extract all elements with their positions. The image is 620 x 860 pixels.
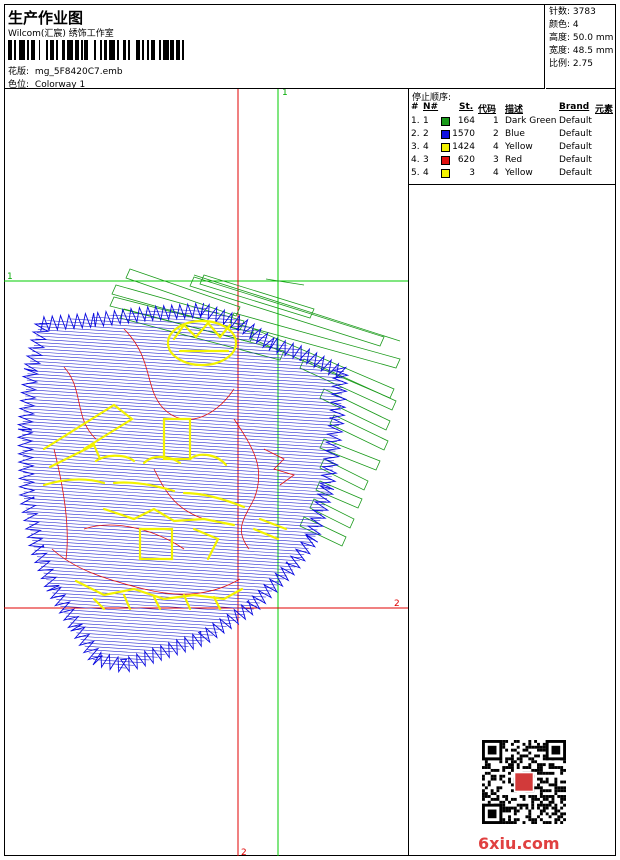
row-code: 3 xyxy=(493,155,499,165)
row-brand: Default xyxy=(559,155,592,165)
color-swatch xyxy=(441,117,450,126)
row-needle: 3 xyxy=(423,155,429,165)
design-info: 花版: mg_5F8420C7.emb xyxy=(8,64,123,77)
row-needle: 2 xyxy=(423,129,429,139)
color-swatch xyxy=(441,143,450,152)
row-brand: Default xyxy=(559,168,592,178)
header-code: 代码 xyxy=(478,105,497,115)
stop-sequence-panel: 停止顺序: # N# St. 代码 描述 Brand 元素 1. 1 164 1 Dar… xyxy=(408,89,616,185)
stop-row: 3. 4 1424 4 Yellow Default xyxy=(411,142,615,154)
header-index: # xyxy=(411,102,419,112)
barcode xyxy=(8,40,188,60)
row-description: Red xyxy=(505,155,523,165)
design-filename: mg_5F8420C7.emb xyxy=(34,67,123,77)
green-vertical-label: 1 xyxy=(282,89,288,98)
row-needle: 1 xyxy=(423,116,429,126)
row-code: 1 xyxy=(493,116,499,126)
header-description: 描述 xyxy=(505,105,524,115)
red-vertical-label: 2 xyxy=(241,848,247,856)
row-index: 3. xyxy=(411,142,420,152)
row-description: Yellow xyxy=(505,142,533,152)
header-panel: 生产作业图 Wilcom(汇宸) 绣饰工作室 花版: mg_5F8420C7.e… xyxy=(4,4,545,90)
design-label: 花版: xyxy=(8,67,30,77)
header-element: 元素 xyxy=(595,105,614,115)
row-description: Dark Green xyxy=(505,116,557,126)
row-index: 5. xyxy=(411,168,420,178)
row-brand: Default xyxy=(559,129,592,139)
stat-colors: 颜色: 4 xyxy=(549,20,579,30)
row-brand: Default xyxy=(559,142,592,152)
row-description: Yellow xyxy=(505,168,533,178)
row-stitches: 3 xyxy=(469,168,475,178)
row-description: Blue xyxy=(505,129,525,139)
color-swatch xyxy=(441,130,450,139)
green-horizontal-label: 1 xyxy=(7,272,13,282)
studio-subtitle: Wilcom(汇宸) 绣饰工作室 xyxy=(8,29,114,39)
header-needle: N# xyxy=(423,102,439,112)
stop-table-header: # N# St. 代码 描述 Brand 元素 xyxy=(411,102,615,115)
row-stitches: 164 xyxy=(457,116,475,126)
row-index: 4. xyxy=(411,155,420,165)
header-brand: Brand xyxy=(559,102,590,112)
row-code: 4 xyxy=(493,168,499,178)
stat-scale: 比例: 2.75 xyxy=(549,59,593,69)
stop-row: 5. 4 3 4 Yellow Default xyxy=(411,168,615,180)
header-stitches: St. xyxy=(459,102,474,112)
row-needle: 4 xyxy=(423,168,429,178)
row-code: 2 xyxy=(493,129,499,139)
page-title: 生产作业图 xyxy=(8,9,84,27)
row-stitches: 1424 xyxy=(452,142,475,152)
qr-code xyxy=(482,740,566,824)
color-swatch xyxy=(441,156,450,165)
row-index: 1. xyxy=(411,116,420,126)
stat-height: 高度: 50.0 mm xyxy=(549,33,614,43)
row-needle: 4 xyxy=(423,142,429,152)
watermark-logo: 6xiu.com xyxy=(478,834,560,853)
right-panel-divider xyxy=(408,185,409,856)
stat-stitches: 针数: 3783 xyxy=(549,7,596,17)
row-brand: Default xyxy=(559,116,592,126)
row-stitches: 620 xyxy=(457,155,475,165)
stop-row: 4. 3 620 3 Red Default xyxy=(411,155,615,167)
stat-width: 宽度: 48.5 mm xyxy=(549,46,614,56)
row-code: 4 xyxy=(493,142,499,152)
stats-panel: 针数: 3783 颜色: 4 高度: 50.0 mm 宽度: 48.5 mm 比… xyxy=(546,4,616,89)
row-index: 2. xyxy=(411,129,420,139)
stop-row: 2. 2 1570 2 Blue Default xyxy=(411,129,615,141)
red-horizontal-label: 2 xyxy=(394,599,400,609)
color-swatch xyxy=(441,169,450,178)
embroidery-canvas: 1 1 2 2 xyxy=(4,89,408,856)
row-stitches: 1570 xyxy=(452,129,475,139)
stop-row: 1. 1 164 1 Dark Green Default xyxy=(411,116,615,128)
